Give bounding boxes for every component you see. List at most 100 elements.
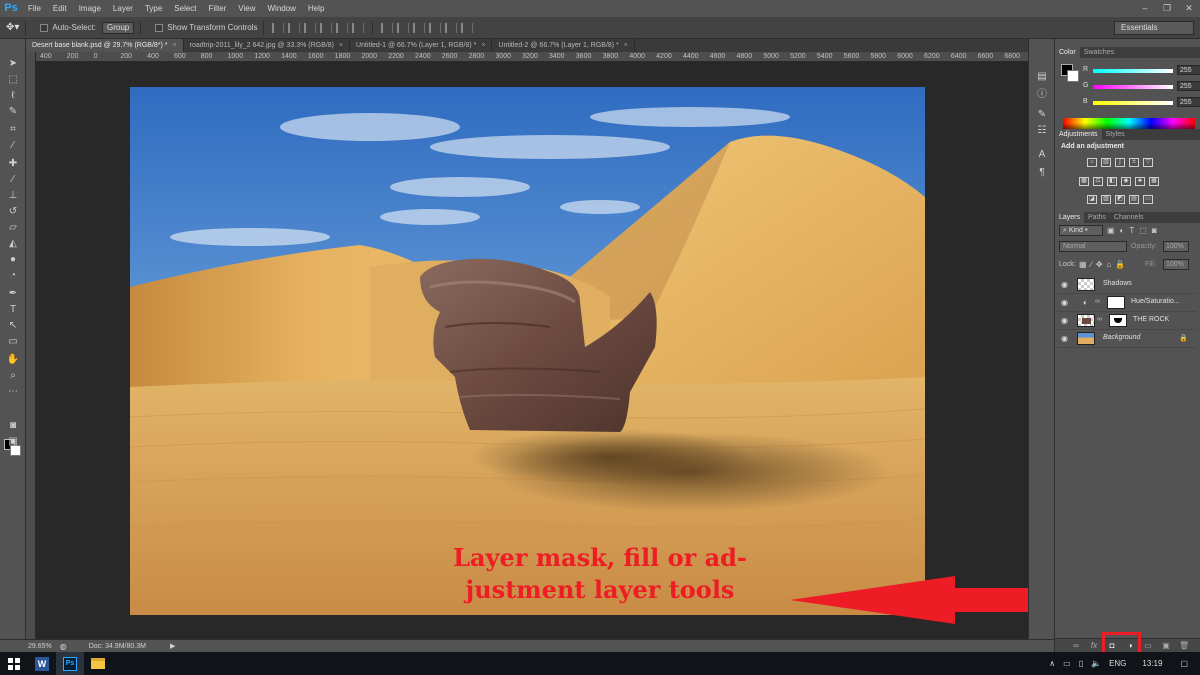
gradient-map-icon[interactable]: ▭ <box>1143 195 1153 204</box>
start-button[interactable] <box>0 652 28 675</box>
align-right-icon[interactable] <box>352 22 365 33</box>
distribute-bottom-icon[interactable] <box>413 22 426 33</box>
distribute-vcenter-icon[interactable] <box>397 22 410 33</box>
visibility-eye-icon[interactable]: ◉ <box>1061 298 1068 307</box>
distribute-hcenter-icon[interactable] <box>445 22 458 33</box>
black-white-icon[interactable]: ◧ <box>1107 177 1117 186</box>
exposure-icon[interactable]: ± <box>1129 158 1139 167</box>
tab-adjustments[interactable]: Adjustments <box>1055 129 1102 140</box>
tab-channels[interactable]: Channels <box>1110 212 1148 223</box>
layer-style-fx-icon[interactable]: fx <box>1089 641 1099 651</box>
distribute-top-icon[interactable] <box>381 22 394 33</box>
type-tool-icon[interactable]: T <box>5 303 21 317</box>
color-lookup-icon[interactable]: ▦ <box>1149 177 1159 186</box>
more-tools-icon[interactable]: ⋯ <box>5 385 21 399</box>
properties-panel-icon[interactable]: ☷ <box>1036 125 1048 137</box>
blend-mode-dropdown[interactable]: Normal <box>1059 241 1127 252</box>
taskbar-word[interactable]: W <box>28 652 56 675</box>
document-canvas-desert-scene[interactable] <box>130 87 925 615</box>
menu-file[interactable]: File <box>22 0 47 17</box>
document-tab[interactable]: Desert base blank.psd @ 29.7% (RGB/8*) *… <box>26 39 184 52</box>
move-tool-icon[interactable]: ✥▾ <box>6 22 19 33</box>
menu-type[interactable]: Type <box>139 0 168 17</box>
vibrance-icon[interactable]: ▽ <box>1143 158 1153 167</box>
document-tab[interactable]: Untitled-1 @ 66.7% (Layer 1, RGB/8) * × <box>350 39 493 52</box>
marquee-tool-icon[interactable]: ⬚ <box>5 73 21 87</box>
align-bottom-icon[interactable] <box>304 22 317 33</box>
zoom-level[interactable]: 29.65% <box>28 643 52 650</box>
clone-stamp-tool-icon[interactable]: ⊥ <box>5 189 21 203</box>
layer-filter-icons[interactable]: ▣◐T⬚◙ <box>1107 226 1162 235</box>
show-transform-checkbox[interactable] <box>155 23 164 32</box>
delete-layer-icon[interactable]: 🗑 <box>1179 641 1189 651</box>
color-balance-icon[interactable]: ⚖ <box>1093 177 1103 186</box>
curves-icon[interactable]: ∫ <box>1115 158 1125 167</box>
history-brush-tool-icon[interactable]: ↺ <box>5 205 21 219</box>
history-panel-icon[interactable]: ▤ <box>1036 71 1048 83</box>
new-group-icon[interactable]: ▭ <box>1143 641 1153 651</box>
rectangle-tool-icon[interactable]: ▭ <box>5 335 21 349</box>
align-top-icon[interactable] <box>272 22 285 33</box>
menu-edit[interactable]: Edit <box>47 0 73 17</box>
visibility-eye-icon[interactable]: ◉ <box>1061 334 1068 343</box>
fill-value[interactable]: 100% <box>1163 259 1189 270</box>
show-hidden-icons-icon[interactable]: ∧ <box>1049 659 1055 668</box>
blur-tool-icon[interactable]: ● <box>5 253 21 267</box>
link-chain-icon[interactable]: ∞ <box>1097 316 1102 323</box>
dodge-tool-icon[interactable]: ◔ <box>5 269 21 283</box>
volume-icon[interactable]: 🔈 <box>1091 659 1101 668</box>
visibility-eye-icon[interactable]: ◉ <box>1061 316 1068 325</box>
link-chain-icon[interactable]: ∞ <box>1095 298 1100 305</box>
green-value[interactable]: 255 <box>1177 81 1200 91</box>
menu-help[interactable]: Help <box>302 0 330 17</box>
layer-row-shadows[interactable]: ◉ Shadows <box>1057 276 1197 294</box>
auto-select-checkbox[interactable] <box>40 23 49 32</box>
auto-select-dropdown[interactable]: Group <box>101 21 135 34</box>
minimize-button[interactable]: – <box>1134 0 1156 17</box>
distribute-left-icon[interactable] <box>429 22 442 33</box>
clock[interactable]: 13:19 <box>1142 659 1162 668</box>
layer-mask-thumbnail[interactable] <box>1109 314 1127 327</box>
align-vcenter-icon[interactable] <box>288 22 301 33</box>
close-button[interactable]: ✕ <box>1178 0 1200 17</box>
screen-mode-icon[interactable]: ▣ <box>5 435 21 449</box>
quick-select-tool-icon[interactable]: ✎ <box>5 105 21 119</box>
paint-bucket-tool-icon[interactable]: ◭ <box>5 237 21 251</box>
zoom-share-icon[interactable]: ◍ <box>60 642 67 651</box>
workspace-dropdown[interactable]: Essentials <box>1114 21 1194 35</box>
new-layer-icon[interactable]: ▣ <box>1161 641 1171 651</box>
hue-saturation-icon[interactable]: ▦ <box>1079 177 1089 186</box>
menu-image[interactable]: Image <box>73 0 107 17</box>
layer-row-hue-saturation[interactable]: ◉ ◐ ∞ Hue/Saturatio... <box>1057 294 1197 312</box>
status-menu-arrow-icon[interactable]: ▶ <box>170 642 175 650</box>
brush-presets-icon[interactable]: ✎ <box>1036 109 1048 121</box>
menu-layer[interactable]: Layer <box>107 0 139 17</box>
paragraph-panel-icon[interactable]: ¶ <box>1036 167 1048 179</box>
lasso-tool-icon[interactable]: ℓ <box>5 89 21 103</box>
brush-tool-icon[interactable]: ∕ <box>5 173 21 187</box>
taskbar-photoshop[interactable]: Ps <box>56 652 84 675</box>
threshold-icon[interactable]: ◩ <box>1115 195 1125 204</box>
eyedropper-tool-icon[interactable]: ⁄ <box>5 139 21 153</box>
quick-mask-icon[interactable]: ◙ <box>5 419 21 433</box>
layer-row-background[interactable]: ◉ Background 🔒 <box>1057 330 1197 348</box>
eraser-tool-icon[interactable]: ▱ <box>5 221 21 235</box>
close-tab-icon[interactable]: × <box>481 42 485 49</box>
menu-select[interactable]: Select <box>168 0 202 17</box>
crop-tool-icon[interactable]: ⌗ <box>5 123 21 137</box>
menu-view[interactable]: View <box>232 0 261 17</box>
blue-track[interactable] <box>1093 101 1173 105</box>
network-icon[interactable]: ▯ <box>1079 659 1083 668</box>
language-indicator[interactable]: ENG <box>1109 659 1126 668</box>
brightness-contrast-icon[interactable]: ☼ <box>1087 158 1097 167</box>
posterize-icon[interactable]: ▨ <box>1101 195 1111 204</box>
photo-filter-icon[interactable]: ◉ <box>1121 177 1131 186</box>
path-select-tool-icon[interactable]: ↖ <box>5 319 21 333</box>
close-tab-icon[interactable]: × <box>624 42 628 49</box>
restore-button[interactable]: ❐ <box>1156 0 1178 17</box>
action-center-icon[interactable]: ▢ <box>1180 659 1188 668</box>
close-tab-icon[interactable]: × <box>173 42 177 49</box>
taskbar-file-explorer[interactable] <box>84 652 112 675</box>
document-tab[interactable]: roadtrip-2011_lily_2 642.jpg @ 33.3% (RG… <box>183 39 351 52</box>
tab-color[interactable]: Color <box>1055 47 1080 58</box>
